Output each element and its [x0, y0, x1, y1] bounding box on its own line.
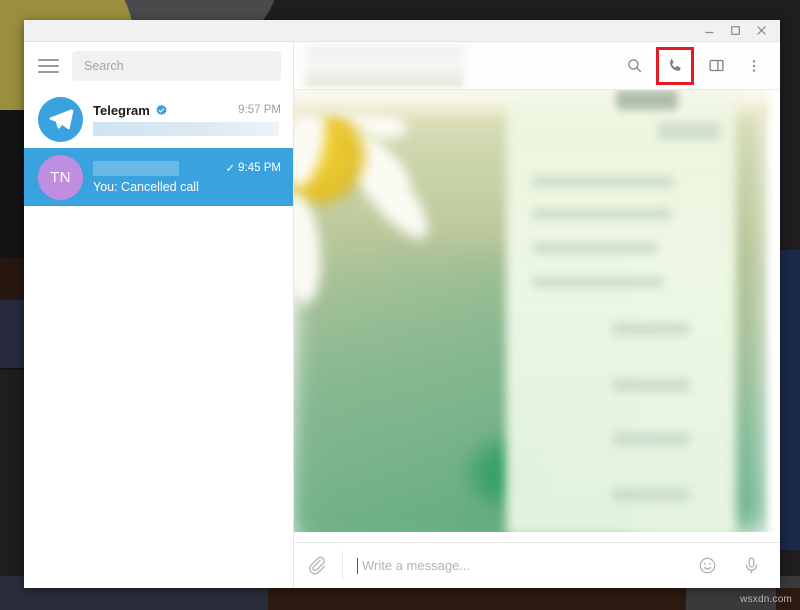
- chat-list[interactable]: Telegram 9:57 PM TN ✓ 9:45 PM You: Cance…: [24, 90, 293, 588]
- read-tick-icon: ✓: [225, 163, 236, 175]
- chat-header: [294, 42, 780, 90]
- search-placeholder: Search: [84, 59, 124, 73]
- composer-actions: [692, 551, 766, 581]
- wallpaper-right-edge: [764, 90, 780, 542]
- minimize-button[interactable]: [696, 21, 722, 41]
- microphone-icon[interactable]: [736, 551, 766, 581]
- close-button[interactable]: [748, 21, 774, 41]
- message-input-placeholder: Write a message...: [362, 558, 471, 573]
- chat-timestamp: ✓ 9:45 PM: [226, 161, 281, 175]
- hamburger-menu-icon[interactable]: [38, 57, 60, 75]
- message-bubble: [532, 242, 658, 254]
- panel-icon[interactable]: [700, 50, 732, 82]
- list-item-top-line: ✓ 9:45 PM: [93, 160, 281, 176]
- chat-preview-redacted: [93, 121, 279, 136]
- chat-time-text: 9:45 PM: [238, 162, 281, 174]
- search-icon[interactable]: [618, 50, 650, 82]
- chat-wallpaper: [294, 90, 780, 542]
- telegram-plane-icon: [49, 109, 73, 130]
- text-caret: [357, 557, 358, 574]
- verified-badge-icon: [156, 104, 167, 115]
- message-bubble: [532, 176, 674, 188]
- desktop-shape-navy-left: [0, 300, 26, 368]
- window-title-bar: [24, 20, 780, 42]
- list-item[interactable]: TN ✓ 9:45 PM You: Cancelled call: [24, 148, 293, 206]
- call-icon[interactable]: [656, 46, 694, 85]
- window-body: Search Telegram 9:57 PM TN ✓ 9:45 PM You…: [24, 42, 780, 588]
- search-input[interactable]: Search: [72, 51, 281, 81]
- chat-header-actions: [618, 46, 770, 85]
- message-composer: Write a message...: [294, 542, 780, 588]
- message-bubble: [612, 432, 690, 446]
- maximize-button[interactable]: [722, 21, 748, 41]
- list-item-meta: ✓ 9:45 PM You: Cancelled call: [93, 160, 281, 194]
- emoji-icon[interactable]: [692, 551, 722, 581]
- message-column-blurred: [506, 98, 736, 536]
- chat-preview: You: Cancelled call: [93, 179, 199, 194]
- message-bubble: [616, 90, 678, 110]
- message-bubble: [532, 208, 672, 220]
- chat-title-redacted: [93, 160, 179, 176]
- avatar: [38, 96, 83, 142]
- desktop-shape-brown-left: [0, 258, 26, 302]
- message-bubble: [532, 276, 664, 288]
- message-bubble: [612, 322, 690, 336]
- chat-header-title-redacted[interactable]: [306, 45, 464, 86]
- telegram-window: Search Telegram 9:57 PM TN ✓ 9:45 PM You…: [24, 20, 780, 588]
- message-bubble: [612, 488, 690, 502]
- chat-panel: Write a message...: [294, 42, 780, 588]
- list-item-top-line: Telegram 9:57 PM: [93, 103, 281, 118]
- message-bubble: [612, 378, 690, 392]
- message-bubble: [658, 122, 720, 140]
- message-area[interactable]: [294, 90, 780, 542]
- avatar-initials: TN: [50, 168, 71, 186]
- chat-timestamp: 9:57 PM: [238, 104, 281, 116]
- list-item[interactable]: Telegram 9:57 PM: [24, 90, 293, 148]
- message-input[interactable]: Write a message...: [342, 550, 682, 581]
- sidebar: Search Telegram 9:57 PM TN ✓ 9:45 PM You…: [24, 42, 294, 588]
- paperclip-icon[interactable]: [302, 551, 332, 581]
- chat-title: Telegram: [93, 102, 150, 118]
- more-menu-icon[interactable]: [738, 50, 770, 82]
- sidebar-header: Search: [24, 42, 293, 90]
- wallpaper-bottom-fade: [294, 532, 780, 542]
- desktop-background: wsxdn.com Search Telegram 9:57 PM TN ✓ 9…: [0, 0, 800, 610]
- list-item-meta: Telegram 9:57 PM: [93, 103, 281, 136]
- avatar: TN: [38, 154, 83, 200]
- watermark: wsxdn.com: [740, 594, 792, 605]
